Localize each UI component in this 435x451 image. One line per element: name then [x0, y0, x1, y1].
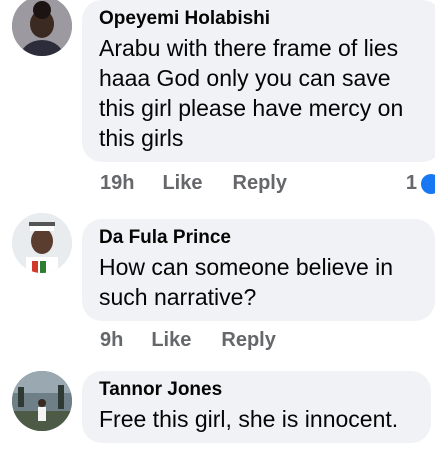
comment-timestamp[interactable]: 19h [100, 172, 134, 195]
comment-text: Arabu with there frame of lies haaa God … [99, 35, 404, 151]
comment: Da Fula Prince How can someone believe i… [0, 213, 435, 363]
comment: Opeyemi Holabishi Arabu with there frame… [0, 0, 435, 210]
comment-bubble: Tannor Jones Free this girl, she is inno… [82, 371, 431, 443]
reply-button[interactable]: Reply [221, 329, 275, 352]
comment-actions: 9h Like Reply [100, 329, 276, 352]
comment-author[interactable]: Opeyemi Holabishi [99, 8, 426, 30]
avatar[interactable] [12, 213, 72, 273]
comment-actions: 19h Like Reply [100, 172, 287, 195]
reaction-summary[interactable]: 1 [406, 172, 435, 195]
comment-text: Free this girl, she is innocent. [99, 406, 399, 432]
like-button[interactable]: Like [162, 172, 202, 195]
comment: Tannor Jones Free this girl, she is inno… [0, 371, 435, 451]
comment-text: How can someone believe in such narrativ… [99, 254, 394, 310]
comment-thread: Opeyemi Holabishi Arabu with there frame… [0, 0, 435, 451]
avatar[interactable] [12, 0, 72, 56]
comment-timestamp[interactable]: 9h [100, 329, 123, 352]
like-reaction-icon [421, 173, 435, 194]
comment-author[interactable]: Tannor Jones [99, 379, 415, 401]
reply-button[interactable]: Reply [233, 172, 287, 195]
comment-bubble: Opeyemi Holabishi Arabu with there frame… [82, 0, 435, 162]
avatar[interactable] [12, 371, 72, 431]
comment-bubble: Da Fula Prince How can someone believe i… [82, 219, 435, 321]
comment-author[interactable]: Da Fula Prince [99, 227, 419, 249]
like-button[interactable]: Like [151, 329, 191, 352]
reaction-count: 1 [405, 172, 417, 194]
